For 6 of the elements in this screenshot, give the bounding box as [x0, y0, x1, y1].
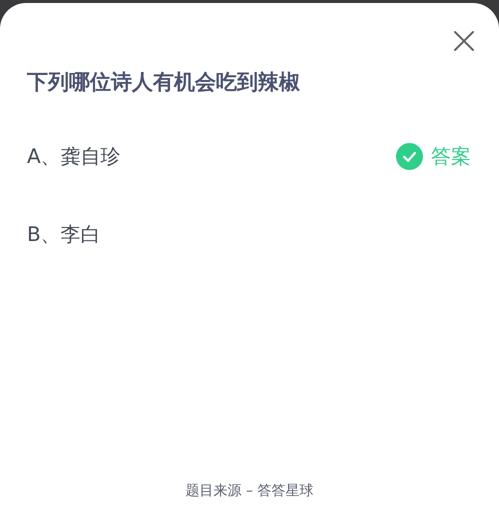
close-button[interactable]	[453, 30, 475, 52]
answer-option[interactable]: B、李白	[27, 219, 101, 249]
question-title: 下列哪位诗人有机会吃到辣椒	[27, 69, 300, 96]
answer-label: 答案	[431, 143, 471, 170]
source-footer: 题目来源 – 答答星球	[186, 481, 314, 502]
answer-option[interactable]: A、龚自珍	[27, 141, 121, 171]
